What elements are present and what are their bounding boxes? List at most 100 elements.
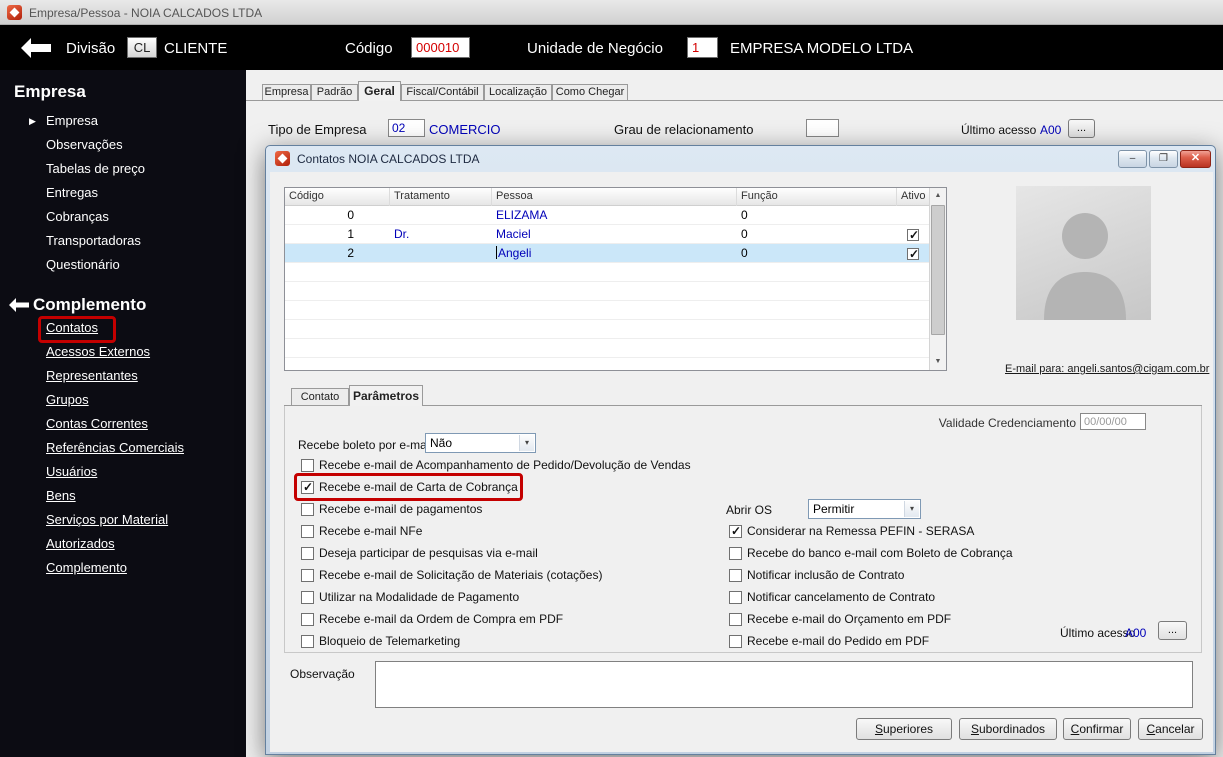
validade-credenciamento-label: Validade Credenciamento <box>938 416 1076 430</box>
sidebar-link-representantes[interactable]: Representantes <box>46 368 138 386</box>
checkbox-row-pesquisas-email[interactable]: Deseja participar de pesquisas via e-mai… <box>301 545 538 561</box>
contacts-table: Código Tratamento Pessoa Função Ativo 0 … <box>284 187 947 371</box>
email-link[interactable]: E-mail para: angeli.santos@cigam.com.br <box>1005 363 1209 375</box>
checkbox[interactable] <box>301 524 314 538</box>
tab-como-chegar[interactable]: Como Chegar <box>552 84 628 100</box>
tab-padrao[interactable]: Padrão <box>311 84 358 100</box>
observacao-textarea[interactable] <box>375 661 1193 708</box>
checkbox-row-modalidade-pagamento[interactable]: Utilizar na Modalidade de Pagamento <box>301 589 519 605</box>
window-titlebar[interactable]: Empresa/Pessoa - NOIA CALCADOS LTDA <box>0 0 1223 25</box>
ativo-checkbox[interactable] <box>907 247 919 261</box>
column-header-funcao[interactable]: Função <box>737 188 897 206</box>
sidebar-link-acessos-externos[interactable]: Acessos Externos <box>46 344 150 362</box>
minimize-button[interactable]: – <box>1118 150 1147 168</box>
checkbox-row-orcamento-pdf[interactable]: Recebe e-mail do Orçamento em PDF <box>729 611 951 627</box>
tab-localizacao[interactable]: Localização <box>484 84 552 100</box>
checkbox-row-solicitacao-materiais[interactable]: Recebe e-mail de Solicitação de Materiai… <box>301 567 602 583</box>
scrollbar-thumb[interactable] <box>931 205 945 335</box>
sidebar-link-complemento[interactable]: Complemento <box>46 560 127 578</box>
checkbox[interactable] <box>301 458 314 472</box>
dialog-titlebar[interactable]: Contatos NOIA CALCADOS LTDA – ❐ ✕ <box>266 146 1215 172</box>
back-button[interactable] <box>20 37 52 59</box>
recebe-boleto-combo[interactable]: Não ▾ <box>425 433 536 453</box>
column-header-pessoa[interactable]: Pessoa <box>492 188 737 206</box>
checkbox[interactable] <box>301 502 314 516</box>
sidebar-link-referencias-comerciais[interactable]: Referências Comerciais <box>46 440 184 458</box>
superiores-button[interactable]: Superiores <box>856 718 952 740</box>
checkbox[interactable] <box>301 612 314 626</box>
tab-fiscal-contabil[interactable]: Fiscal/Contábil <box>401 84 484 100</box>
tab-geral[interactable]: Geral <box>358 81 401 101</box>
cancelar-button[interactable]: Cancelar <box>1138 718 1203 740</box>
checkbox-row-notificar-cancelamento-contrato[interactable]: Notificar cancelamento de Contrato <box>729 589 935 605</box>
sidebar-item-empresa[interactable]: Empresa <box>46 113 98 131</box>
sidebar-item-observacoes[interactable]: Observações <box>46 137 123 155</box>
scrollbar-down-icon[interactable]: ▼ <box>930 354 946 370</box>
checkbox[interactable] <box>301 546 314 560</box>
checkbox-row-email-pagamentos[interactable]: Recebe e-mail de pagamentos <box>301 501 482 517</box>
checkbox-row-email-nfe[interactable]: Recebe e-mail NFe <box>301 523 422 539</box>
column-header-ativo[interactable]: Ativo <box>897 188 929 206</box>
divisao-code-box[interactable]: CL <box>127 37 157 58</box>
checkbox-row-carta-de-cobranca[interactable]: Recebe e-mail de Carta de Cobrança <box>301 479 518 495</box>
validade-credenciamento-input[interactable]: 00/00/00 <box>1080 413 1146 430</box>
dialog-ultimo-acesso-value: A00 <box>1125 626 1147 640</box>
sidebar-item-transportadoras[interactable]: Transportadoras <box>46 233 141 251</box>
tab-empresa[interactable]: Empresa <box>262 84 311 100</box>
table-scrollbar[interactable]: ▲ ▼ <box>929 188 946 370</box>
unidade-code-input[interactable]: 1 <box>687 37 718 58</box>
abrir-os-combo[interactable]: Permitir ▾ <box>808 499 921 519</box>
tab-parametros[interactable]: Parâmetros <box>349 385 423 406</box>
scrollbar-up-icon[interactable]: ▲ <box>930 188 946 204</box>
app-icon <box>7 5 22 20</box>
checkbox-row-banco-boleto-cobranca[interactable]: Recebe do banco e-mail com Boleto de Cob… <box>729 545 1013 561</box>
checkbox-row-acompanhamento-pedido[interactable]: Recebe e-mail de Acompanhamento de Pedid… <box>301 457 691 473</box>
checkbox-label: Notificar inclusão de Contrato <box>747 568 905 582</box>
checkbox[interactable] <box>729 568 742 582</box>
sidebar-item-tabelas-de-preco[interactable]: Tabelas de preço <box>46 161 145 179</box>
sidebar-link-servicos-por-material[interactable]: Serviços por Material <box>46 512 168 530</box>
sidebar-link-autorizados[interactable]: Autorizados <box>46 536 115 554</box>
column-header-tratamento[interactable]: Tratamento <box>390 188 492 206</box>
sidebar-link-grupos[interactable]: Grupos <box>46 392 89 410</box>
sidebar-link-usuarios[interactable]: Usuários <box>46 464 97 482</box>
column-header-codigo[interactable]: Código <box>285 188 390 206</box>
checkbox[interactable] <box>301 590 314 604</box>
tipo-empresa-input[interactable]: 02 <box>388 119 425 137</box>
grau-relacionamento-input[interactable] <box>806 119 839 137</box>
checkbox[interactable] <box>729 590 742 604</box>
checkbox-row-pefin-serasa[interactable]: Considerar na Remessa PEFIN - SERASA <box>729 523 974 539</box>
dialog-ultimo-acesso-more-button[interactable]: ... <box>1158 621 1187 640</box>
checkbox-label: Recebe e-mail de pagamentos <box>319 502 483 516</box>
checkbox[interactable] <box>301 568 314 582</box>
cell-tratamento <box>390 244 492 263</box>
checkbox-row-pedido-pdf[interactable]: Recebe e-mail do Pedido em PDF <box>729 633 929 649</box>
table-row[interactable]: 1 Dr. Maciel 0 <box>285 225 929 244</box>
ativo-checkbox[interactable] <box>907 228 919 242</box>
table-row[interactable]: 0 ELIZAMA 0 <box>285 206 929 225</box>
sidebar-item-entregas[interactable]: Entregas <box>46 185 98 203</box>
subordinados-button[interactable]: Subordinados <box>959 718 1057 740</box>
checkbox-row-notificar-inclusao-contrato[interactable]: Notificar inclusão de Contrato <box>729 567 904 583</box>
checkbox[interactable] <box>729 634 742 648</box>
checkbox-row-ordem-compra-pdf[interactable]: Recebe e-mail da Ordem de Compra em PDF <box>301 611 563 627</box>
sidebar-item-cobrancas[interactable]: Cobranças <box>46 209 109 227</box>
sidebar-link-contatos[interactable]: Contatos <box>46 320 98 338</box>
checkbox[interactable] <box>729 612 742 626</box>
codigo-input[interactable]: 000010 <box>411 37 470 58</box>
ultimo-acesso-more-button[interactable]: ... <box>1068 119 1095 138</box>
checkbox[interactable] <box>301 480 314 494</box>
sidebar-item-questionario[interactable]: Questionário <box>46 257 120 275</box>
checkbox-row-bloqueio-telemarketing[interactable]: Bloqueio de Telemarketing <box>301 633 460 649</box>
checkbox[interactable] <box>729 546 742 560</box>
triangle-right-icon: ▶ <box>29 116 36 126</box>
table-row-selected[interactable]: 2 Angeli 0 <box>285 244 929 263</box>
checkbox[interactable] <box>301 634 314 648</box>
sidebar-link-bens[interactable]: Bens <box>46 488 76 506</box>
checkbox[interactable] <box>729 524 742 538</box>
confirmar-button[interactable]: Confirmar <box>1063 718 1131 740</box>
tab-contato[interactable]: Contato <box>291 388 349 405</box>
maximize-button[interactable]: ❐ <box>1149 150 1178 168</box>
close-button[interactable]: ✕ <box>1180 150 1211 168</box>
sidebar-link-contas-correntes[interactable]: Contas Correntes <box>46 416 148 434</box>
